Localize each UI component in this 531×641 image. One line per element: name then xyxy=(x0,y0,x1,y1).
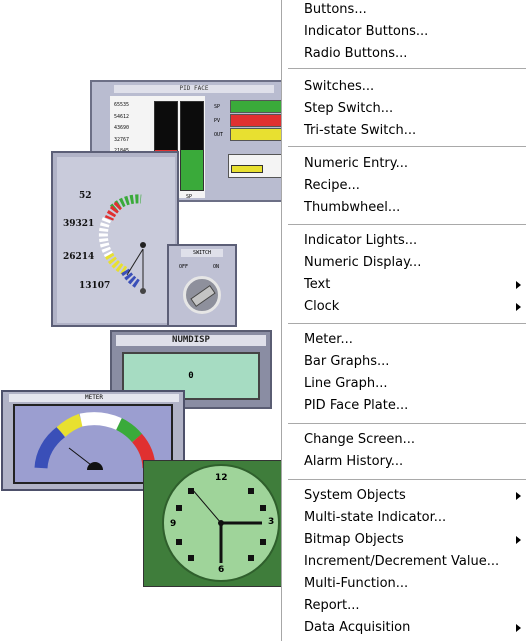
clock-number: 12 xyxy=(215,473,228,483)
menu-item-increment-decrement-value[interactable]: Increment/Decrement Value... xyxy=(282,552,531,574)
sp-bar xyxy=(180,101,204,191)
menu-item-label: Increment/Decrement Value... xyxy=(304,554,500,569)
menu-item-system-objects[interactable]: System Objects xyxy=(282,486,531,508)
menu-item-pid-face-plate[interactable]: PID Face Plate... xyxy=(282,396,531,418)
menu-item-recipe[interactable]: Recipe... xyxy=(282,176,531,198)
sp-label: SP xyxy=(186,194,193,200)
pid-scale-tick: 54612 xyxy=(114,113,130,120)
menu-item-alarm-history[interactable]: Alarm History... xyxy=(282,452,531,474)
menu-item-label: Text xyxy=(304,277,331,292)
menu-item-meter[interactable]: Meter... xyxy=(282,330,531,352)
menu-item-label: Alarm History... xyxy=(304,454,404,469)
menu-item-multi-state-indicator[interactable]: Multi-state Indicator... xyxy=(282,508,531,530)
switch-title: SWITCH xyxy=(181,249,223,257)
pid-right-label: PV xyxy=(214,118,221,124)
menu-item-label: Data Acquisition xyxy=(304,620,411,635)
menu-item-indicator-buttons[interactable]: Indicator Buttons... xyxy=(282,22,531,44)
gauge-label: 13107 xyxy=(79,281,111,291)
switch-on-label: ON xyxy=(213,264,220,270)
submenu-arrow-icon xyxy=(516,536,521,544)
menu-item-label: Indicator Buttons... xyxy=(304,24,429,39)
menu-item-text[interactable]: Text xyxy=(282,275,531,297)
menu-item-label: PID Face Plate... xyxy=(304,398,409,413)
menu-item-label: Line Graph... xyxy=(304,376,388,391)
analog-clock-object: 12 3 6 9 xyxy=(143,460,285,587)
pid-right-label: OUT xyxy=(214,132,224,138)
pid-scale-tick: 65535 xyxy=(114,102,130,108)
menu-item-label: Tri-state Switch... xyxy=(304,123,417,138)
menu-item-step-switch[interactable]: Step Switch... xyxy=(282,99,531,121)
menu-item-label: Radio Buttons... xyxy=(304,46,408,61)
menu-item-label: Indicator Lights... xyxy=(304,233,418,248)
submenu-arrow-icon xyxy=(516,624,521,632)
menu-item-label: Multi-Function... xyxy=(304,576,409,591)
menu-separator xyxy=(288,423,526,425)
pid-scale-tick: 43690 xyxy=(114,125,130,131)
meter-title: METER xyxy=(9,394,179,402)
menu-item-label: Bar Graphs... xyxy=(304,354,390,369)
menu-item-numeric-display[interactable]: Numeric Display... xyxy=(282,253,531,275)
menu-separator xyxy=(288,68,526,70)
menu-item-label: Step Switch... xyxy=(304,101,394,116)
clock-number: 3 xyxy=(268,517,275,527)
selector-switch-object: SWITCH OFF ON xyxy=(167,244,237,327)
menu-item-label: Change Screen... xyxy=(304,432,415,447)
menu-item-buttons[interactable]: Buttons... xyxy=(282,0,531,22)
gauge-label: 52 xyxy=(79,191,92,201)
menu-item-radio-buttons[interactable]: Radio Buttons... xyxy=(282,44,531,66)
numeric-display-title: NUMDISP xyxy=(116,335,266,346)
submenu-arrow-icon xyxy=(516,492,521,500)
menu-item-indicator-lights[interactable]: Indicator Lights... xyxy=(282,231,531,253)
menu-item-label: Bitmap Objects xyxy=(304,532,404,547)
menu-item-report[interactable]: Report... xyxy=(282,596,531,618)
menu-item-line-graph[interactable]: Line Graph... xyxy=(282,374,531,396)
pid-faceplate-title: PID FACE xyxy=(114,85,274,93)
clock-number: 6 xyxy=(218,565,225,575)
pid-trend-bar xyxy=(231,165,263,173)
clock-number: 9 xyxy=(170,519,177,529)
pid-scale-tick: 32767 xyxy=(114,136,130,143)
menu-item-label: System Objects xyxy=(304,488,406,503)
menu-item-tri-state-switch[interactable]: Tri-state Switch... xyxy=(282,121,531,143)
menu-separator xyxy=(288,146,526,148)
menu-item-label: Switches... xyxy=(304,79,375,94)
menu-item-numeric-entry[interactable]: Numeric Entry... xyxy=(282,154,531,176)
menu-item-data-acquisition[interactable]: Data Acquisition xyxy=(282,618,531,640)
menu-item-label: Meter... xyxy=(304,332,353,347)
switch-knob xyxy=(183,276,221,314)
menu-item-label: Numeric Entry... xyxy=(304,156,408,171)
menu-item-change-screen[interactable]: Change Screen... xyxy=(282,430,531,452)
submenu-arrow-icon xyxy=(516,281,521,289)
menu-item-label: Recipe... xyxy=(304,178,360,193)
gauge-label: 39321 xyxy=(63,219,95,229)
menu-item-bar-graphs[interactable]: Bar Graphs... xyxy=(282,352,531,374)
menu-item-label: Multi-state Indicator... xyxy=(304,510,447,525)
menu-item-label: Buttons... xyxy=(304,2,367,17)
gauge-face: 52 39321 26214 13107 xyxy=(57,157,175,323)
menu-separator xyxy=(288,323,526,325)
menu-separator xyxy=(288,479,526,481)
menu-item-label: Clock xyxy=(304,299,340,314)
switch-knob-slot xyxy=(190,285,216,307)
switch-off-label: OFF xyxy=(179,264,189,270)
object-insert-menu: Buttons... Indicator Buttons... Radio Butt… xyxy=(281,0,531,641)
sp-bar-fill xyxy=(181,150,203,190)
pid-right-label: SP xyxy=(214,104,221,110)
menu-item-switches[interactable]: Switches... xyxy=(282,77,531,99)
circular-gauge-object: 52 39321 26214 13107 xyxy=(51,151,179,327)
pid-right-labels: SP PV OUT xyxy=(214,100,223,142)
menu-separator xyxy=(288,224,526,226)
menu-item-thumbwheel[interactable]: Thumbwheel... xyxy=(282,198,531,220)
menu-item-label: Thumbwheel... xyxy=(304,200,401,215)
gauge-arc-graphic xyxy=(98,194,146,294)
menu-item-bitmap-objects[interactable]: Bitmap Objects xyxy=(282,530,531,552)
submenu-arrow-icon xyxy=(516,303,521,311)
menu-item-label: Report... xyxy=(304,598,360,613)
gauge-label: 26214 xyxy=(63,252,95,262)
menu-item-label: Numeric Display... xyxy=(304,255,422,270)
menu-item-multi-function[interactable]: Multi-Function... xyxy=(282,574,531,596)
menu-item-clock[interactable]: Clock xyxy=(282,297,531,319)
